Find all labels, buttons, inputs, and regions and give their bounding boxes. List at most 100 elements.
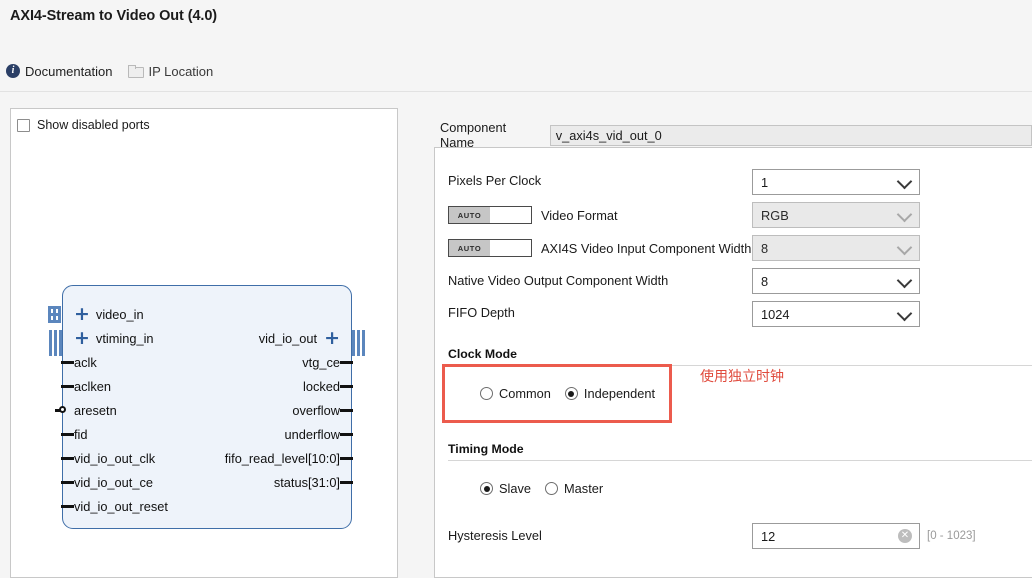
pin-stub — [340, 457, 353, 460]
port-aresetn: aresetn — [55, 398, 117, 422]
bus-connector-vid-io-out — [352, 330, 365, 356]
auto-toggle-off-segment — [490, 240, 531, 256]
clock-mode-section-header: Clock Mode — [448, 347, 518, 361]
ip-configuration-dialog: AXI4-Stream to Video Out (4.0) i Documen… — [0, 0, 1032, 578]
pin-stub — [340, 385, 353, 388]
port-label: vid_io_out_clk — [74, 450, 156, 466]
chevron-down-icon — [896, 272, 913, 289]
port-aclk: aclk — [61, 350, 97, 374]
documentation-label: Documentation — [25, 63, 113, 79]
port-label: status[31:0] — [273, 474, 340, 490]
radio-button — [545, 482, 559, 495]
pin-stub — [61, 361, 74, 364]
port-locked: locked — [303, 374, 353, 398]
configuration-panel: Pixels Per Clock 1 AUTO Video Format RGB… — [434, 147, 1032, 578]
hysteresis-range-hint: [0 - 1023] — [927, 530, 976, 542]
bus-connector-vtiming-in — [49, 330, 62, 356]
port-label: aclk — [74, 354, 97, 370]
native-output-width-dropdown[interactable]: 8 — [752, 268, 920, 294]
documentation-link[interactable]: i Documentation — [6, 64, 112, 79]
port-status: status[31:0] — [273, 470, 353, 494]
annotation-highlight-box — [442, 364, 672, 423]
dropdown-value: RGB — [761, 207, 789, 223]
radio-timing-mode-slave[interactable]: Slave — [480, 481, 531, 496]
field-label: FIFO Depth — [448, 305, 515, 320]
pin-stub — [61, 457, 74, 460]
pin-stub — [61, 481, 74, 484]
fifo-depth-dropdown[interactable]: 1024 — [752, 301, 920, 327]
radio-label: Master — [564, 481, 604, 496]
info-icon: i — [6, 64, 20, 78]
annotation-note-text: 使用独立时钟 — [700, 368, 784, 384]
hysteresis-level-input[interactable]: 12 ✕ — [752, 523, 920, 549]
checkbox-box — [17, 118, 30, 132]
port-label: fid — [74, 426, 88, 442]
port-label: overflow — [292, 402, 340, 418]
page-title: AXI4-Stream to Video Out (4.0) — [10, 8, 218, 24]
field-hysteresis-level: Hysteresis Level — [448, 528, 542, 543]
port-vid-io-out-reset: vid_io_out_reset — [61, 494, 168, 518]
timing-mode-rule — [448, 460, 1032, 461]
auto-toggle-off-segment — [490, 207, 531, 223]
dropdown-value: 1024 — [761, 306, 790, 322]
field-label: Video Format — [541, 207, 618, 223]
radio-button-selected — [480, 482, 493, 495]
ip-location-label: IP Location — [148, 63, 214, 79]
dropdown-value: 8 — [761, 273, 769, 289]
chevron-down-icon — [896, 239, 913, 256]
field-label: Pixels Per Clock — [448, 173, 542, 188]
inverter-bubble-icon — [59, 406, 66, 413]
dropdown-value: 1 — [761, 174, 769, 190]
port-label: vid_io_out — [258, 330, 318, 346]
toolbar: i Documentation IP Location — [0, 60, 1032, 82]
pin-stub — [340, 409, 353, 412]
clear-icon[interactable]: ✕ — [898, 529, 912, 543]
field-label: Hysteresis Level — [448, 528, 542, 543]
video-format-auto-toggle[interactable]: AUTO — [448, 206, 532, 224]
pin-stub — [61, 385, 74, 388]
axi4s-input-width-auto-toggle[interactable]: AUTO — [448, 239, 532, 257]
port-vtiming-in: + vtiming_in — [74, 326, 154, 350]
header-divider — [0, 91, 1032, 92]
pin-stub — [55, 409, 60, 412]
show-disabled-ports-checkbox[interactable]: Show disabled ports — [17, 118, 150, 132]
port-vtg-ce: vtg_ce — [302, 350, 353, 374]
port-overflow: overflow — [292, 398, 353, 422]
field-axi4s-input-width: AUTO AXI4S Video Input Component Width — [448, 239, 751, 257]
expand-plus-icon[interactable]: + — [74, 328, 90, 348]
component-name-label: Component Name — [440, 120, 507, 150]
pixels-per-clock-dropdown[interactable]: 1 — [752, 169, 920, 195]
pin-stub — [340, 361, 353, 364]
radio-timing-mode-master[interactable]: Master — [545, 481, 603, 496]
pin-stub — [340, 481, 353, 484]
auto-toggle-label: AUTO — [449, 207, 490, 223]
ip-location-link[interactable]: IP Location — [128, 64, 213, 79]
port-label: aclken — [74, 378, 111, 394]
hysteresis-level-value: 12 — [761, 528, 776, 544]
show-disabled-ports-label: Show disabled ports — [37, 118, 150, 132]
axi4s-input-width-dropdown: 8 — [752, 235, 920, 261]
port-label: locked — [303, 378, 340, 394]
field-label: Native Video Output Component Width — [448, 273, 669, 288]
port-fifo-read-level: fifo_read_level[10:0] — [225, 446, 353, 470]
expand-plus-icon[interactable]: + — [74, 304, 90, 324]
pin-stub — [340, 433, 353, 436]
chevron-down-icon — [896, 305, 913, 322]
port-vid-io-out-clk: vid_io_out_clk — [61, 446, 156, 470]
bus-connector-video-in — [48, 306, 61, 323]
port-label: vtg_ce — [302, 354, 340, 370]
expand-plus-icon[interactable]: + — [324, 328, 340, 348]
timing-mode-section-header: Timing Mode — [448, 442, 524, 456]
ip-block-symbol: + video_in + vtiming_in aclk aclken ares… — [48, 285, 365, 529]
block-diagram-panel: Show disabled ports + video_in + vtiming… — [10, 108, 398, 578]
chevron-down-icon — [896, 173, 913, 190]
component-name-input[interactable]: v_axi4s_vid_out_0 — [549, 124, 1032, 146]
field-native-output-width: Native Video Output Component Width — [448, 273, 668, 288]
dropdown-value: 8 — [761, 240, 769, 256]
chevron-down-icon — [896, 206, 913, 223]
component-name-row: Component Name v_axi4s_vid_out_0 — [440, 120, 1032, 150]
port-vid-io-out: vid_io_out + — [259, 326, 340, 350]
port-label: aresetn — [74, 402, 117, 418]
port-label: vid_io_out_ce — [74, 474, 153, 490]
port-vid-io-out-ce: vid_io_out_ce — [61, 470, 153, 494]
